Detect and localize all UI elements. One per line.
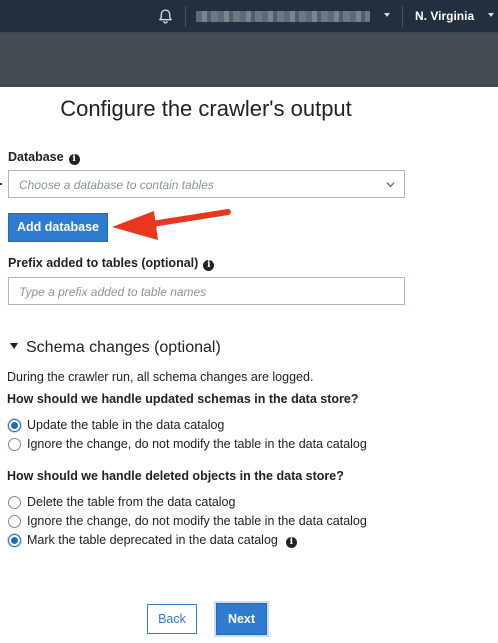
top-nav-bar: N. Virginia <box>0 0 498 33</box>
schema-changes-title: Schema changes (optional) <box>26 339 221 356</box>
radio-label: Ignore the change, do not modify the tab… <box>27 514 367 528</box>
annotation-arrow-icon <box>112 209 231 240</box>
database-select[interactable]: Choose a database to contain tables <box>8 170 405 198</box>
updated-schemas-question: How should we handle updated schemas in … <box>7 392 359 406</box>
account-name-blurred[interactable] <box>196 11 370 22</box>
radio-button-selected[interactable] <box>8 419 21 432</box>
back-button[interactable]: Back <box>147 604 197 634</box>
radio-button-selected[interactable] <box>8 534 21 547</box>
info-icon[interactable]: i <box>68 154 80 165</box>
schema-changes-toggle[interactable]: Schema changes (optional) <box>10 339 221 357</box>
prefix-input[interactable]: Type a prefix added to table names <box>8 277 405 305</box>
prefix-label: Prefix added to tables (optional) i <box>8 256 215 271</box>
info-icon[interactable]: i <box>203 260 215 271</box>
radio-label: Update the table in the data catalog <box>27 418 225 432</box>
page-title: Configure the crawler's output <box>60 96 352 121</box>
add-database-button[interactable]: Add database <box>8 213 108 242</box>
nav-separator <box>402 6 403 27</box>
nav-separator <box>185 6 186 27</box>
bell-icon[interactable] <box>157 8 174 25</box>
radio-label-text: Mark the table deprecated in the data ca… <box>27 533 278 547</box>
database-label-text: Database <box>8 150 64 164</box>
caret-down-icon <box>10 343 18 349</box>
region-caret-icon[interactable] <box>488 13 494 17</box>
info-icon[interactable]: i <box>285 537 297 548</box>
schema-description: During the crawler run, all schema chang… <box>7 370 314 384</box>
deleted-objects-question: How should we handle deleted objects in … <box>7 469 344 483</box>
radio-label: Mark the table deprecated in the data ca… <box>27 533 297 548</box>
account-caret-icon[interactable] <box>384 13 390 17</box>
chevron-down-icon <box>386 182 395 188</box>
radio-label: Ignore the change, do not modify the tab… <box>27 437 367 451</box>
next-button[interactable]: Next <box>216 603 267 635</box>
database-label: Database i <box>8 150 80 165</box>
radio-button[interactable] <box>8 438 21 451</box>
marker-dot <box>0 183 2 185</box>
region-selector[interactable]: N. Virginia <box>415 9 474 23</box>
database-select-placeholder: Choose a database to contain tables <box>19 178 214 192</box>
prefix-label-text: Prefix added to tables (optional) <box>8 256 199 270</box>
prefix-input-placeholder: Type a prefix added to table names <box>19 285 207 299</box>
radio-label: Delete the table from the data catalog <box>27 495 236 509</box>
radio-button[interactable] <box>8 515 21 528</box>
sub-header-bar <box>0 33 498 87</box>
radio-button[interactable] <box>8 496 21 509</box>
